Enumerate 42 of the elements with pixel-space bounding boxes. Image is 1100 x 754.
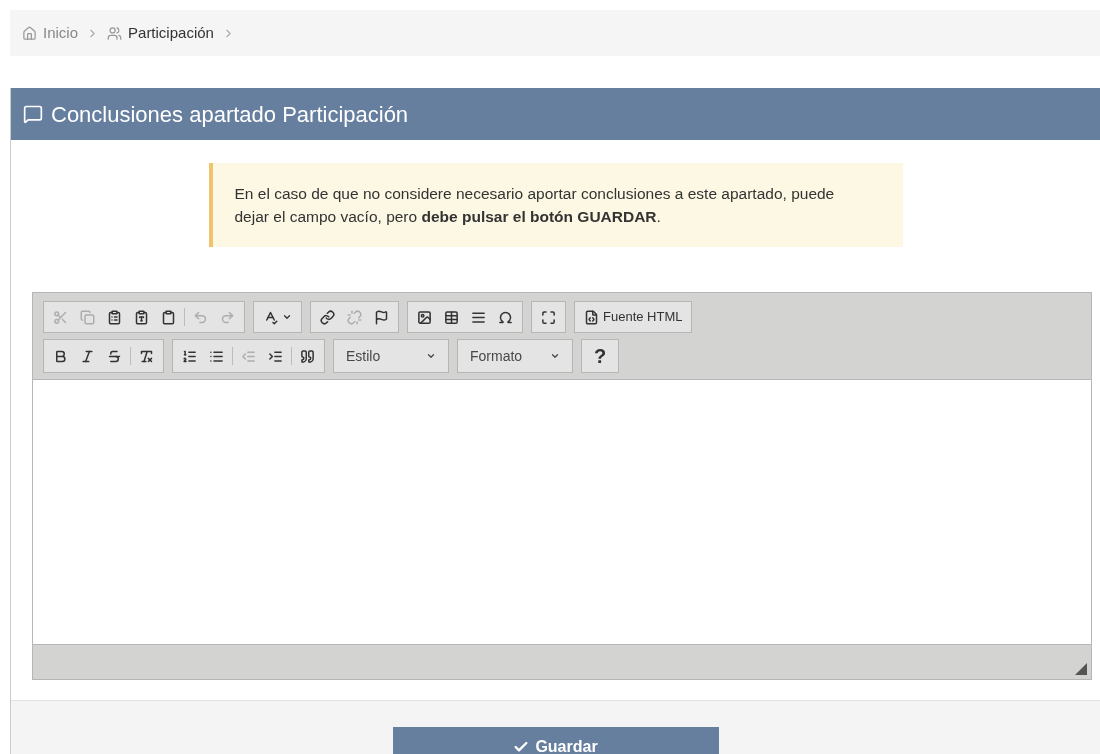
clipboard-icon [161,309,176,325]
outdent-icon [241,348,256,364]
message-icon [23,104,43,124]
italic-icon [80,348,95,364]
check-icon [513,739,530,754]
omega-icon [498,309,513,325]
bold-icon [53,348,68,364]
quote-icon [300,348,315,364]
resize-handle-icon[interactable] [1075,663,1087,675]
copy-icon [80,309,95,325]
breadcrumb-link[interactable]: Participación [107,21,214,45]
home-icon [22,25,37,41]
table-icon [444,309,459,325]
redo-icon [220,309,235,325]
source-code-icon [584,309,599,325]
caret-icon [550,351,560,361]
remove-format-icon [139,348,154,364]
caret-icon [426,351,436,361]
clipboard-icon [107,309,122,325]
strikethrough-icon [107,348,122,364]
unlink-icon [347,309,362,325]
horizontal-line-icon [471,309,486,325]
help-button[interactable]: ? [581,339,619,373]
image-icon [417,309,432,325]
caret-icon [282,312,292,322]
source-button[interactable]: Fuente HTML [578,304,689,330]
panel-title: Conclusiones apartado Participación [51,100,409,129]
indent-icon [268,348,283,364]
bullet-list-icon [209,348,224,364]
dropdown-select[interactable]: Formato [457,339,573,373]
users-icon [107,25,123,41]
save-button[interactable]: Guardar [392,727,719,754]
undo-icon [193,309,208,325]
dropdown-select[interactable]: Estilo [333,339,449,373]
alert-text: En el caso de que no considere necesario aportar conclusiones a este apartado, puede dejar el campo vacío, pero debe pulsar el botón GUARDAR. [234,184,836,227]
spellcheck-icon [263,309,278,325]
flag-icon [374,309,389,325]
numbered-list-icon [182,348,197,364]
link-icon [320,309,335,325]
maximize-icon [541,309,556,325]
scissors-icon [53,309,68,325]
clipboard-text-icon [134,309,149,325]
